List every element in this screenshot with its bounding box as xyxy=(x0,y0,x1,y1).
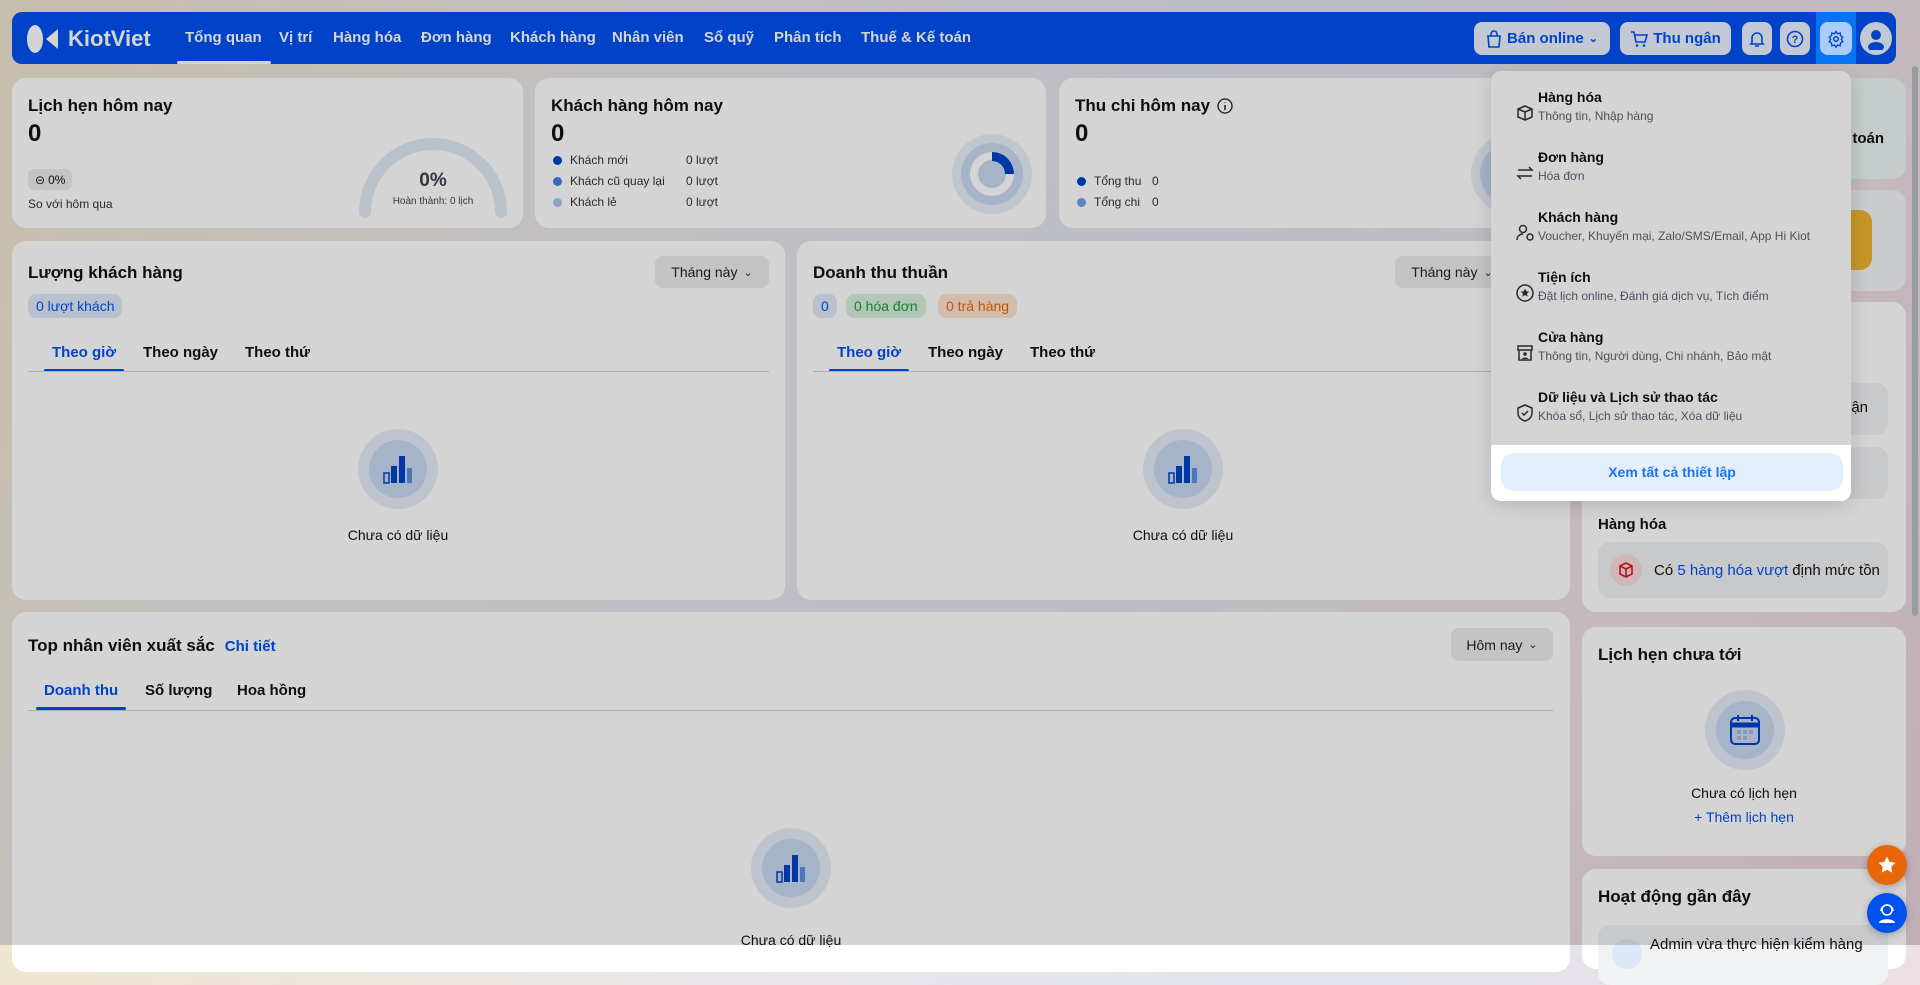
support-fab[interactable] xyxy=(1867,893,1907,933)
view-all-settings-button[interactable]: Xem tất cả thiết lập xyxy=(1501,453,1843,491)
settings-footer-spotlight: Xem tất cả thiết lập xyxy=(1491,445,1851,501)
star-icon xyxy=(1878,856,1896,873)
favorite-fab[interactable] xyxy=(1867,845,1907,885)
headset-icon xyxy=(1879,904,1895,923)
gear-icon xyxy=(1828,29,1844,48)
settings-button[interactable] xyxy=(1820,22,1852,55)
settings-spotlight xyxy=(1816,12,1856,64)
